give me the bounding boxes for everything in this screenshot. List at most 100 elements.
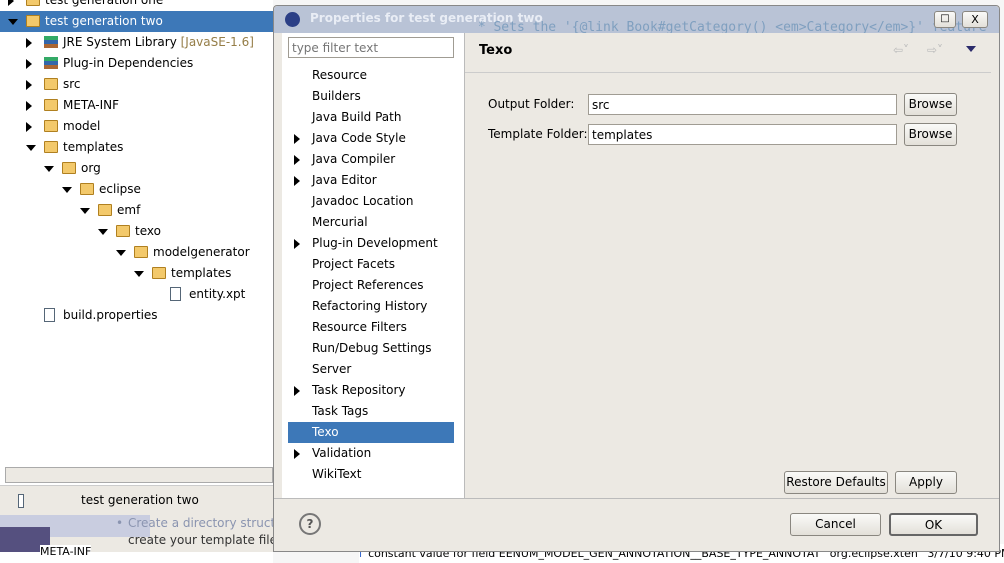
property-page-label: Task Tags: [312, 404, 369, 418]
property-page-item[interactable]: Java Compiler: [288, 149, 454, 170]
status-bar: test generation two: [0, 485, 273, 515]
template-folder-input[interactable]: [588, 124, 897, 145]
property-page-item[interactable]: Plug-in Development: [288, 233, 454, 254]
expand-arrow-icon[interactable]: [44, 166, 54, 172]
tree-item[interactable]: src: [0, 74, 273, 95]
view-menu-icon[interactable]: [966, 46, 976, 52]
property-page-item[interactable]: Validation: [288, 443, 454, 464]
tree-item[interactable]: templates: [0, 137, 273, 158]
property-page-item[interactable]: Project Facets: [288, 254, 454, 275]
property-page-item[interactable]: Java Code Style: [288, 128, 454, 149]
expand-arrow-icon[interactable]: [294, 134, 300, 144]
tree-item[interactable]: build.properties: [0, 305, 273, 326]
folder-icon: [62, 162, 76, 174]
property-page-item[interactable]: Task Tags: [288, 401, 454, 422]
package-explorer-tree[interactable]: test generation one test generation two JR…: [0, 0, 273, 485]
expand-arrow-icon[interactable]: [80, 208, 90, 214]
tree-item[interactable]: Plug-in Dependencies: [0, 53, 273, 74]
output-folder-label: Output Folder:: [488, 97, 575, 111]
tree-item-label: model: [63, 119, 101, 133]
property-page-label: Run/Debug Settings: [312, 341, 432, 355]
help-icon[interactable]: ?: [299, 513, 321, 535]
folder-icon: [44, 120, 58, 132]
output-browse-button[interactable]: Browse: [904, 93, 957, 116]
property-page-label: Mercurial: [312, 215, 368, 229]
property-page-item[interactable]: Task Repository: [288, 380, 454, 401]
template-folder-label: Template Folder:: [488, 127, 588, 141]
restore-window-button[interactable]: □: [934, 11, 956, 28]
tree-item[interactable]: test generation two: [0, 11, 273, 32]
filter-input[interactable]: [288, 37, 454, 58]
expand-arrow-icon[interactable]: [116, 250, 126, 256]
property-page-item[interactable]: Texo: [288, 422, 454, 443]
tree-item-label: texo: [135, 224, 161, 238]
collapse-arrow-icon[interactable]: [26, 38, 32, 48]
template-browse-button[interactable]: Browse: [904, 123, 957, 146]
expand-arrow-icon[interactable]: [8, 19, 18, 25]
tree-item[interactable]: templates: [0, 263, 273, 284]
tree-item-decoration: [JavaSE-1.6]: [176, 35, 254, 49]
forward-arrow-icon[interactable]: ⇨˅: [927, 43, 943, 57]
tree-item-label: test generation one: [45, 0, 164, 7]
property-page-item[interactable]: Java Build Path: [288, 107, 454, 128]
property-page-item[interactable]: Mercurial: [288, 212, 454, 233]
tree-item[interactable]: modelgenerator: [0, 242, 273, 263]
tree-item[interactable]: texo: [0, 221, 273, 242]
property-page-item[interactable]: Run/Debug Settings: [288, 338, 454, 359]
ok-button[interactable]: OK: [889, 513, 978, 536]
property-page-label: Server: [312, 362, 352, 376]
page-header: Texo ⇦˅ ⇨˅: [465, 33, 991, 73]
property-page-item[interactable]: Refactoring History: [288, 296, 454, 317]
collapse-arrow-icon[interactable]: [8, 0, 14, 6]
horizontal-scrollbar[interactable]: [5, 467, 273, 483]
property-page-label: Java Build Path: [312, 110, 402, 124]
status-text: test generation two: [81, 493, 199, 507]
collapse-arrow-icon[interactable]: [26, 59, 32, 69]
close-window-button[interactable]: X: [962, 11, 988, 28]
property-page-label: Java Editor: [312, 173, 377, 187]
library-icon: [44, 57, 58, 69]
properties-dialog: Properties for test generation two * Set…: [273, 5, 1000, 552]
expand-arrow-icon[interactable]: [294, 176, 300, 186]
property-page-item[interactable]: WikiText: [288, 464, 454, 485]
tree-item-label: templates: [171, 266, 232, 280]
tree-item[interactable]: entity.xpt: [0, 284, 273, 305]
expand-arrow-icon[interactable]: [294, 155, 300, 165]
tree-item[interactable]: model: [0, 116, 273, 137]
tree-item[interactable]: test generation one: [0, 0, 273, 11]
tree-item[interactable]: emf: [0, 200, 273, 221]
expand-arrow-icon[interactable]: [98, 229, 108, 235]
property-page-item[interactable]: Java Editor: [288, 170, 454, 191]
property-page-item[interactable]: Project References: [288, 275, 454, 296]
expand-arrow-icon[interactable]: [294, 386, 300, 396]
back-arrow-icon[interactable]: ⇦˅: [893, 43, 909, 57]
tree-item[interactable]: META-INF: [0, 95, 273, 116]
expand-arrow-icon[interactable]: [62, 187, 72, 193]
restore-defaults-button[interactable]: Restore Defaults: [784, 471, 888, 494]
tree-item[interactable]: org: [0, 158, 273, 179]
tree-item-label: eclipse: [99, 182, 141, 196]
property-page-item[interactable]: Resource Filters: [288, 317, 454, 338]
collapse-arrow-icon[interactable]: [26, 101, 32, 111]
property-page-label: Plug-in Development: [312, 236, 438, 250]
cancel-button[interactable]: Cancel: [790, 513, 881, 536]
property-page-label: Builders: [312, 89, 361, 103]
expand-arrow-icon[interactable]: [294, 449, 300, 459]
property-page-item[interactable]: Resource: [288, 65, 454, 86]
output-folder-input[interactable]: [588, 94, 897, 115]
apply-button[interactable]: Apply: [895, 471, 957, 494]
expand-arrow-icon[interactable]: [134, 271, 144, 277]
folder-icon: [44, 99, 58, 111]
expand-arrow-icon[interactable]: [26, 145, 36, 151]
collapse-arrow-icon[interactable]: [26, 80, 32, 90]
tree-item[interactable]: JRE System Library [JavaSE-1.6]: [0, 32, 273, 53]
expand-arrow-icon[interactable]: [294, 239, 300, 249]
tree-item[interactable]: eclipse: [0, 179, 273, 200]
property-page-item[interactable]: Builders: [288, 86, 454, 107]
property-page-item[interactable]: Javadoc Location: [288, 191, 454, 212]
property-page-item[interactable]: Server: [288, 359, 454, 380]
file-icon: [170, 287, 181, 301]
collapse-arrow-icon[interactable]: [26, 122, 32, 132]
divider: [274, 498, 999, 499]
property-page-label: Project References: [312, 278, 424, 292]
